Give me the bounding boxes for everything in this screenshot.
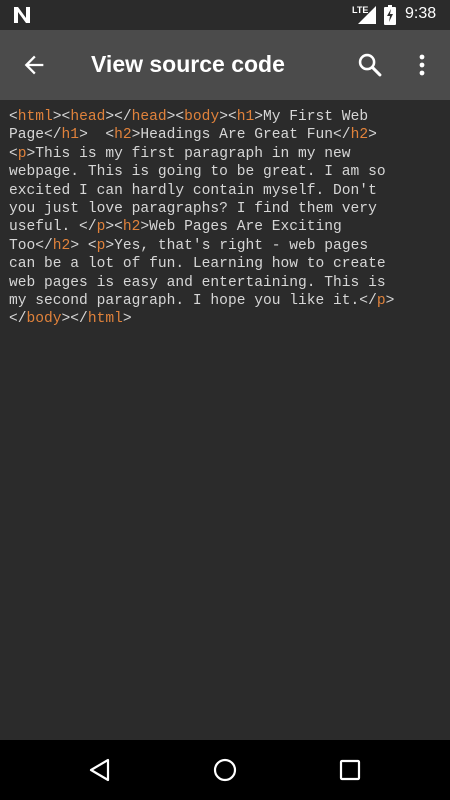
- signal-icon: [358, 6, 376, 24]
- html-tag-name: head: [131, 109, 167, 125]
- source-text: excited I can hardly contain myself. Don…: [9, 182, 377, 199]
- source-text: >Yes, that's right - web pages: [105, 237, 369, 254]
- html-tag-name: body: [184, 109, 220, 125]
- source-line: <p>This is my first paragraph in my new: [9, 146, 351, 162]
- source-text: >Headings Are Great Fun</: [131, 127, 351, 144]
- source-text: >My First Web: [254, 109, 369, 125]
- source-text: <: [9, 145, 18, 162]
- html-tag-name: h1: [61, 127, 80, 144]
- source-text: >: [385, 293, 395, 310]
- status-bar: LTE 9:38: [0, 0, 450, 30]
- android-n-icon: [14, 7, 30, 23]
- html-tag-name: html: [87, 311, 123, 328]
- source-text: > <: [79, 127, 115, 144]
- source-line: Page</h1> <h2>Headings Are Great Fun</h2…: [9, 127, 377, 143]
- source-line: </body></html>: [9, 311, 132, 327]
- html-tag-name: h1: [236, 109, 255, 125]
- page-title: View source code: [91, 51, 285, 77]
- navigation-bar: [0, 740, 450, 800]
- source-text: </: [9, 311, 27, 328]
- source-line: <html><head></head><body><h1>My First We…: [9, 109, 368, 125]
- source-text: webpage. This is going to be great. I am…: [9, 164, 386, 181]
- source-text: >: [122, 311, 132, 328]
- battery-icon: [384, 5, 396, 25]
- source-text: Page</: [9, 127, 62, 144]
- html-tag-name: p: [17, 145, 27, 162]
- html-tag-name: html: [17, 109, 53, 125]
- source-line: webpage. This is going to be great. I am…: [9, 164, 386, 180]
- source-text: ></: [61, 311, 88, 328]
- source-text: ><: [52, 109, 71, 125]
- html-tag-name: h2: [52, 237, 71, 254]
- source-text: >: [368, 127, 377, 144]
- source-text: you just love paragraphs? I find them ve…: [9, 201, 377, 218]
- source-line: useful. </p><h2>Web Pages Are Exciting: [9, 219, 342, 235]
- source-text: ></: [105, 109, 132, 125]
- source-text: ><: [219, 109, 237, 125]
- source-text: useful. </: [9, 219, 97, 236]
- overflow-menu-icon[interactable]: [412, 51, 432, 79]
- source-line: web pages is easy and entertaining. This…: [9, 275, 386, 291]
- html-tag-name: p: [376, 293, 386, 310]
- recents-square-icon[interactable]: [337, 757, 363, 783]
- html-tag-name: h2: [114, 127, 132, 144]
- source-line: you just love paragraphs? I find them ve…: [9, 201, 377, 217]
- back-arrow-icon[interactable]: [20, 51, 48, 79]
- source-line: Too</h2> <p>Yes, that's right - web page…: [9, 238, 368, 254]
- html-tag-name: h2: [350, 127, 369, 144]
- source-text: my second paragraph. I hope you like it.…: [9, 293, 377, 310]
- source-code-view: <html><head></head><body><h1>My First We…: [9, 108, 443, 329]
- html-tag-name: head: [70, 109, 106, 125]
- source-text: web pages is easy and entertaining. This…: [9, 274, 386, 291]
- status-time: 9:38: [405, 5, 437, 22]
- html-tag-name: h2: [122, 219, 141, 236]
- source-text: can be a lot of fun. Learning how to cre…: [9, 256, 386, 273]
- html-tag-name: body: [26, 311, 62, 328]
- source-text: <: [9, 109, 18, 125]
- home-circle-icon[interactable]: [212, 757, 238, 783]
- source-line: excited I can hardly contain myself. Don…: [9, 183, 377, 199]
- source-text: >Web Pages Are Exciting: [140, 219, 342, 236]
- source-text: > <: [70, 237, 97, 254]
- source-text: Too</: [9, 237, 53, 254]
- back-triangle-icon[interactable]: [87, 757, 113, 783]
- source-line: can be a lot of fun. Learning how to cre…: [9, 256, 386, 272]
- source-text: ><: [105, 219, 123, 236]
- source-line: my second paragraph. I hope you like it.…: [9, 293, 394, 309]
- search-icon[interactable]: [356, 51, 384, 79]
- source-text: ><: [166, 109, 185, 125]
- app-bar: View source code: [0, 30, 450, 100]
- source-text: >This is my first paragraph in my new: [26, 145, 351, 162]
